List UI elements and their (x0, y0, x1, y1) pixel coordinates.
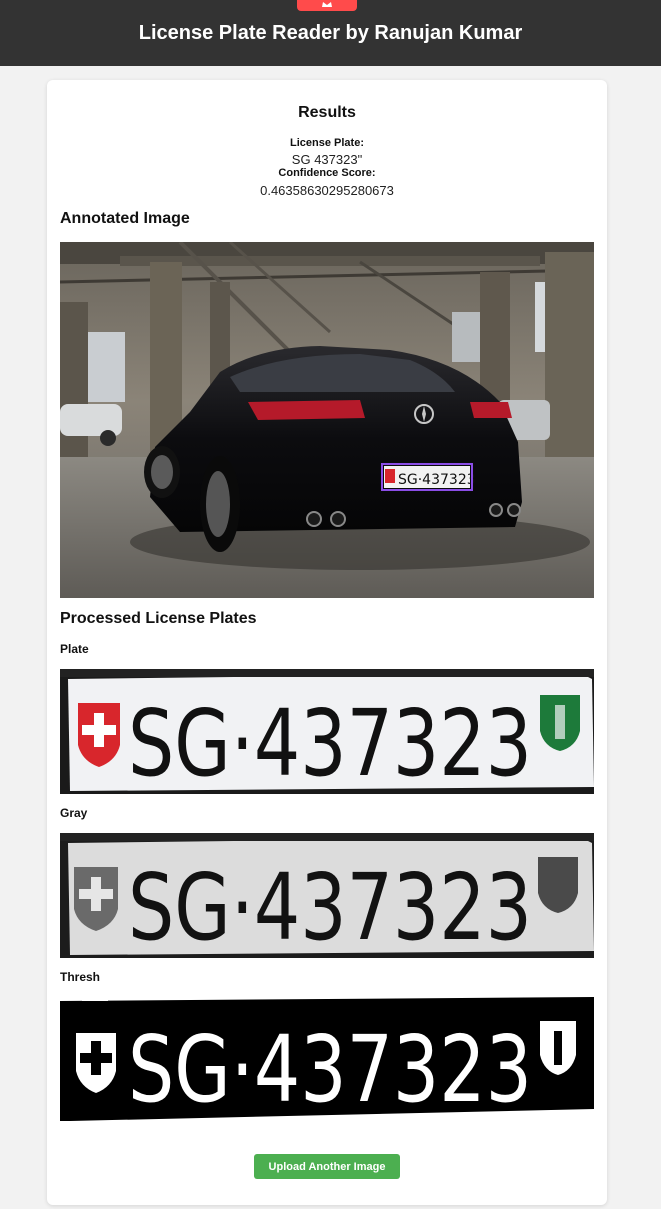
confidence-value: 0.46358630295280673 (260, 183, 394, 198)
annotated-image: SG·437323 (60, 242, 594, 598)
results-card: Results License Plate: SG 437323" Confid… (47, 80, 607, 1205)
annotated-plate-text: SG·437323 (398, 472, 476, 488)
logo-tab[interactable] (297, 0, 357, 11)
plate-image: SG·437323 (60, 669, 594, 794)
thresh-plate-text: SG·437323 (128, 1016, 532, 1122)
app-header: License Plate Reader by Ranujan Kumar (0, 0, 661, 66)
plate-text: SG·437323 (128, 690, 532, 794)
upload-another-image-button[interactable]: Upload Another Image (254, 1154, 400, 1179)
license-plate-value: SG 437323" (291, 152, 363, 167)
processed-title: Processed License Plates (60, 610, 257, 627)
gray-plate-text: SG·437323 (128, 854, 532, 958)
results-title: Results (298, 104, 356, 121)
thresh-image: SG·437323 (60, 997, 594, 1122)
confidence-label: Confidence Score: (278, 167, 376, 179)
license-plate-label: License Plate: (290, 137, 364, 149)
gray-image: SG·437323 (60, 833, 594, 958)
thresh-image-label: Thresh (60, 970, 101, 984)
crown-icon (322, 2, 332, 7)
canton-shield-icon (538, 857, 578, 913)
annotated-image-title: Annotated Image (60, 210, 190, 227)
page-title: License Plate Reader by Ranujan Kumar (138, 22, 523, 44)
gray-image-label: Gray (60, 806, 88, 820)
plate-image-label: Plate (60, 642, 89, 656)
